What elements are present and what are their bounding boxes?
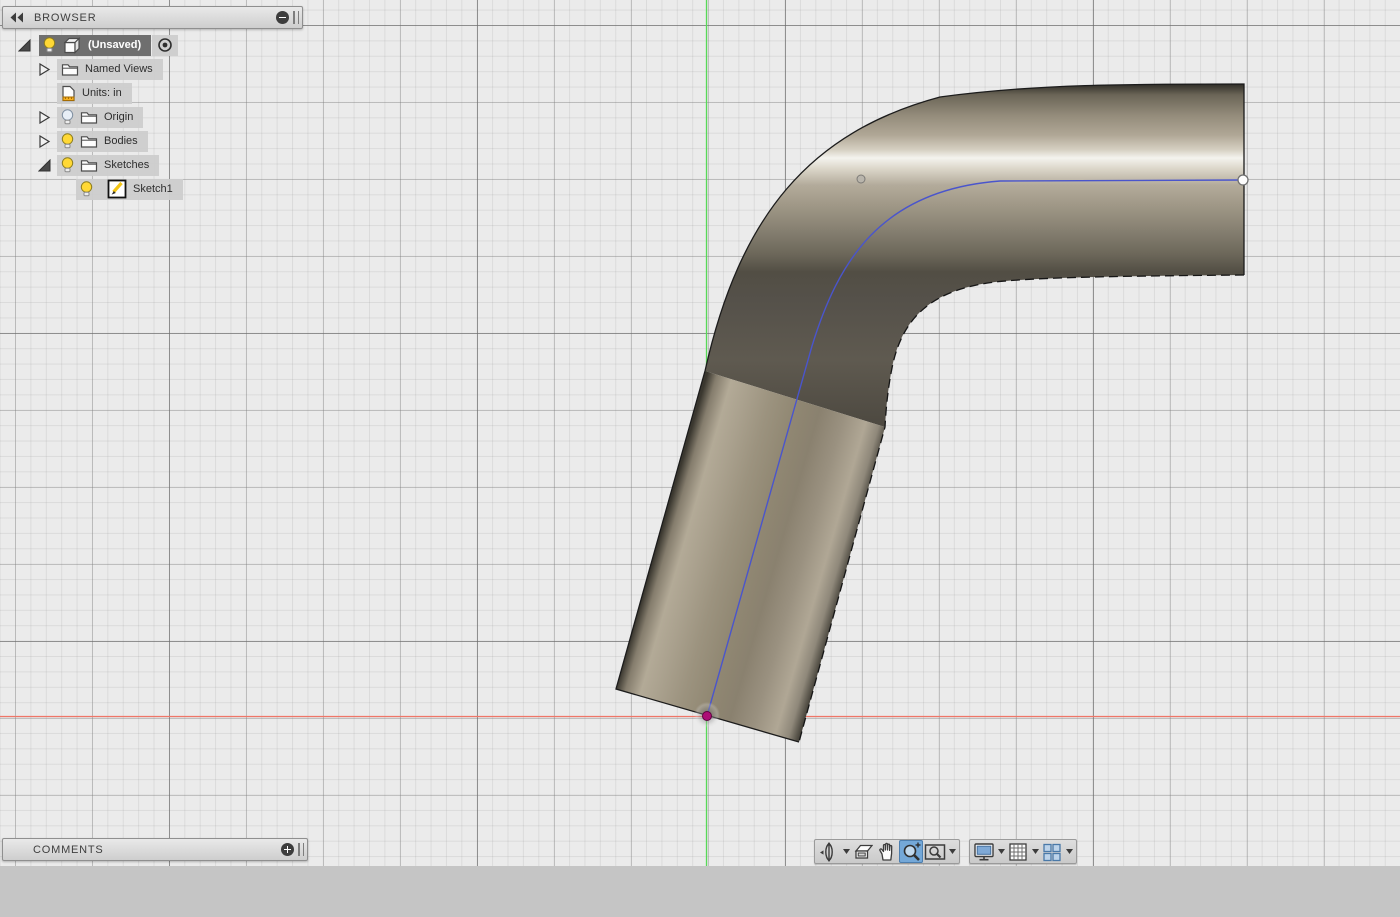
visibility-bulb-off-icon[interactable] (61, 109, 74, 126)
tree-row-sketch1[interactable]: Sketch1 (76, 178, 183, 200)
tree-row-units[interactable]: Units: in (57, 82, 132, 104)
tree-label-bodies: Bodies (104, 135, 138, 147)
browser-panel-title: BROWSER (34, 12, 96, 24)
panel-grip-handle[interactable] (293, 11, 299, 24)
path-midpoint[interactable] (857, 175, 865, 183)
visibility-bulb-on-icon[interactable] (43, 37, 56, 54)
zoom-fit-dropdown-arrow[interactable] (947, 840, 957, 863)
zoom-fit-button[interactable] (923, 840, 947, 863)
viewports-button[interactable] (1040, 840, 1064, 863)
component-cube-icon (62, 36, 82, 55)
caret-expanded-icon[interactable] (18, 39, 31, 52)
display-settings-button[interactable] (972, 840, 996, 863)
visibility-bulb-on-icon[interactable] (80, 181, 93, 198)
caret-collapsed-icon[interactable] (38, 111, 51, 124)
sketch-icon (107, 179, 127, 199)
grid-and-snaps-button[interactable] (1006, 840, 1030, 863)
tree-label-sketch1: Sketch1 (133, 183, 173, 195)
chevrons-left-icon[interactable] (10, 12, 24, 23)
look-at-button[interactable] (851, 840, 875, 863)
tree-row-root[interactable]: (Unsaved) (18, 34, 178, 56)
folder-icon (80, 134, 98, 149)
tree-row-named-views[interactable]: Named Views (38, 58, 163, 80)
pipe-body-straight[interactable] (616, 371, 885, 742)
pipe-body-bend[interactable] (705, 84, 1244, 427)
browser-panel-header[interactable]: BROWSER (2, 6, 303, 29)
zoom-button[interactable] (899, 840, 923, 863)
path-endpoint[interactable] (1238, 175, 1248, 185)
folder-icon (80, 158, 98, 173)
fusion360-window: BROWSER (Unsaved) (0, 0, 1400, 917)
grid-icon (1008, 842, 1028, 862)
pan-hand-icon (878, 842, 897, 862)
tree-row-sketches[interactable]: Sketches (38, 154, 159, 176)
display-settings-dropdown-arrow[interactable] (996, 840, 1006, 863)
pan-button[interactable] (875, 840, 899, 863)
timeline-strip (0, 866, 1400, 917)
tree-label-sketches: Sketches (104, 159, 149, 171)
plus-circle-icon[interactable] (281, 843, 294, 856)
scene-svg (0, 0, 1400, 866)
minus-circle-icon[interactable] (276, 11, 289, 24)
visibility-bulb-on-icon[interactable] (61, 157, 74, 174)
tree-row-bodies[interactable]: Bodies (38, 130, 148, 152)
tree-label-origin: Origin (104, 111, 133, 123)
folder-icon (80, 110, 98, 125)
comments-panel-title: COMMENTS (33, 844, 104, 856)
look-at-icon (853, 842, 873, 862)
comments-panel-header[interactable]: COMMENTS (2, 838, 308, 861)
viewports-dropdown-arrow[interactable] (1064, 840, 1074, 863)
zoom-fit-icon (924, 842, 946, 862)
zoom-icon (901, 841, 922, 862)
orbit-button[interactable] (817, 840, 841, 863)
tree-row-origin[interactable]: Origin (38, 106, 143, 128)
viewport-canvas[interactable] (0, 0, 1400, 866)
view-navigation-toolbar (814, 839, 1077, 864)
tree-label-units: Units: in (82, 87, 122, 99)
activate-component-radio-icon[interactable] (157, 37, 173, 53)
nav-segment-tools (814, 839, 960, 864)
folder-icon (61, 62, 79, 77)
display-settings-icon (973, 841, 995, 862)
viewports-icon (1042, 842, 1062, 862)
orbit-dropdown-arrow[interactable] (841, 840, 851, 863)
units-document-icon (61, 85, 76, 102)
nav-segment-display (969, 839, 1077, 864)
tree-label-named-views: Named Views (85, 63, 153, 75)
tree-label-root: (Unsaved) (88, 39, 141, 51)
origin-point[interactable] (703, 712, 712, 721)
caret-collapsed-icon[interactable] (38, 135, 51, 148)
caret-collapsed-icon[interactable] (38, 63, 51, 76)
caret-expanded-icon[interactable] (38, 159, 51, 172)
panel-grip-handle[interactable] (298, 843, 304, 856)
grid-and-snaps-dropdown-arrow[interactable] (1030, 840, 1040, 863)
orbit-icon (819, 842, 839, 862)
visibility-bulb-on-icon[interactable] (61, 133, 74, 150)
